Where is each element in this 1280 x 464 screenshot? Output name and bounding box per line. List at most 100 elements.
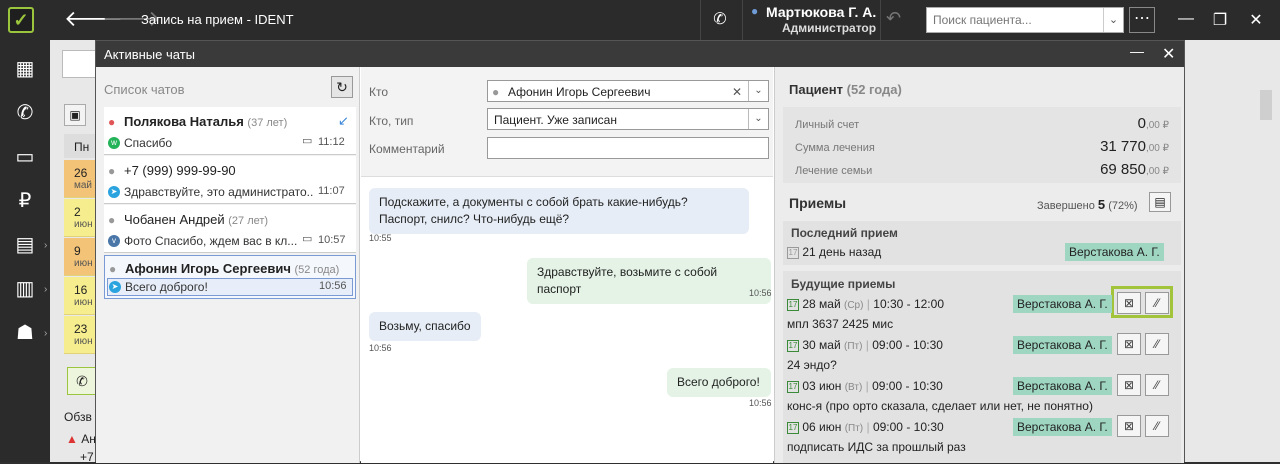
chat-list: Список чатов ↻ ● Полякова Наталья (37 ле… xyxy=(96,67,360,463)
person-icon: ● xyxy=(108,213,116,227)
person-icon: ▲ xyxy=(66,432,78,446)
calendar-day[interactable]: 9 июн xyxy=(64,238,96,276)
future-visits-title: Будущие приемы xyxy=(791,277,896,291)
staff-icon[interactable]: ☗ xyxy=(10,320,40,346)
visit-datetime[interactable]: 17 28 май (Ср) | 10:30 - 12:00 xyxy=(787,297,944,311)
active-chats-window: Активные чаты — ✕ Список чатов ↻ ● Поляк… xyxy=(95,40,1185,463)
incoming-message: Возьму, спасибо xyxy=(369,312,481,341)
chat-item-selected[interactable]: ● Афонин Игорь Сергеевич (52 года) ➤ Все… xyxy=(104,255,356,299)
chat-list-title: Список чатов xyxy=(104,82,185,97)
type-select[interactable]: Пациент. Уже записан ⌄ xyxy=(487,108,769,130)
chat-time: 11:12 xyxy=(318,136,345,148)
window-header: Активные чаты — ✕ xyxy=(96,41,1184,67)
ruble-icon[interactable]: ₽ xyxy=(10,188,40,214)
outgoing-message: Всего доброго! xyxy=(667,368,771,397)
more-icon[interactable]: ⋯ xyxy=(1129,7,1155,33)
visit-datetime[interactable]: 17 30 май (Пт) | 09:00 - 10:30 xyxy=(787,338,943,352)
chat-name: Афонин Игорь Сергеевич (52 года) xyxy=(125,261,340,276)
calendar-day[interactable]: 23 июн xyxy=(64,316,96,354)
background-text: ▲ Ан xyxy=(66,432,96,446)
vk-icon: v xyxy=(108,235,120,247)
user-name[interactable]: Мартюкова Г. А. xyxy=(766,4,876,20)
comment-field[interactable] xyxy=(487,137,769,159)
visit-note: 24 эндо? xyxy=(787,358,837,372)
calendar-icon: 17 xyxy=(787,421,799,434)
message-time: 10:56 xyxy=(749,398,772,408)
chat-last-message: Спасибо xyxy=(124,136,173,150)
calendar-icon: 17 xyxy=(787,246,799,259)
chat-icon[interactable]: ▭ xyxy=(10,144,40,170)
cancel-visit-icon[interactable]: ⊠ xyxy=(1117,374,1141,396)
incoming-message: Подскажите, а документы с собой брать ка… xyxy=(369,188,749,234)
calendar-icon: 17 xyxy=(787,298,799,311)
who-label: Кто xyxy=(369,85,389,99)
chevron-down-icon[interactable]: ⌄ xyxy=(748,81,768,101)
last-visit: Последний прием 17 21 день назад Верстак… xyxy=(783,221,1181,265)
finance-value: 31 770,00 ₽ xyxy=(1100,138,1169,155)
search-input[interactable] xyxy=(927,8,1103,32)
cancel-visit-icon[interactable]: ⊠ xyxy=(1117,333,1141,355)
calendar-icon: 17 xyxy=(787,339,799,352)
chevron-right-icon: › xyxy=(44,284,48,295)
divider xyxy=(700,0,701,40)
user-icon: ● xyxy=(751,4,759,18)
finance-label: Сумма лечения xyxy=(795,142,875,154)
app-title: Запись на прием - IDENT xyxy=(141,12,294,27)
divider xyxy=(742,0,743,40)
phone-icon[interactable]: ✆ xyxy=(67,367,97,395)
patient-card-icon[interactable]: ▤ xyxy=(1149,192,1171,212)
chat-name: +7 (999) 999-99-90 xyxy=(124,163,236,178)
edit-visit-icon[interactable]: ⁄⁄ xyxy=(1145,415,1169,437)
calendar-day[interactable]: 16 июн xyxy=(64,277,96,315)
calendar-day[interactable]: 2 июн xyxy=(64,199,96,237)
person-icon: ● xyxy=(108,115,116,129)
who-field[interactable]: ● Афонин Игорь Сергеевич ✕ ⌄ xyxy=(487,80,769,102)
chat-last-message: Здравствуйте, это администрато... xyxy=(124,185,314,199)
app-logo-icon[interactable]: ✓ xyxy=(8,7,34,33)
chat-item[interactable]: ● Полякова Наталья (37 лет) ↙ w Спасибо … xyxy=(104,107,356,155)
reports-icon[interactable]: ▥ xyxy=(10,276,40,302)
outgoing-message: Здравствуйте, возьмите с собой паспорт xyxy=(527,258,771,304)
cancel-visit-icon[interactable]: ⊠ xyxy=(1117,415,1141,437)
edit-visit-icon[interactable]: ⁄⁄ xyxy=(1145,333,1169,355)
future-visits: Будущие приемы 17 28 май (Ср) | 10:30 - … xyxy=(783,271,1181,463)
scrollbar[interactable] xyxy=(1260,90,1272,120)
phone-icon[interactable]: ✆ xyxy=(706,9,734,31)
calls-icon[interactable]: ✆ xyxy=(10,100,40,126)
calendar-icon[interactable]: ▣ xyxy=(64,104,86,126)
close-icon[interactable]: ✕ xyxy=(1162,44,1175,64)
patient-search[interactable]: ⌄ xyxy=(926,7,1124,33)
visit-note: подписать ИДС за прошлый раз xyxy=(787,440,966,454)
chevron-down-icon[interactable]: ⌄ xyxy=(748,109,768,129)
chat-item[interactable]: ● Чобанен Андрей (27 лет) v Фото Спасибо… xyxy=(104,205,356,253)
person-icon: ● xyxy=(492,85,500,99)
history-back-icon[interactable]: ↶ xyxy=(886,8,914,32)
close-icon[interactable]: ✕ xyxy=(1246,10,1266,30)
doctor-badge: Верстакова А. Г. xyxy=(1013,418,1112,436)
restore-icon[interactable]: ❐ xyxy=(1210,10,1230,30)
background-input[interactable] xyxy=(62,50,96,78)
edit-visit-icon[interactable]: ⁄⁄ xyxy=(1145,292,1169,314)
calendar-icon[interactable]: ▤ xyxy=(10,232,40,258)
message-time: 10:56 xyxy=(749,288,772,298)
minimize-icon[interactable]: — xyxy=(1176,10,1196,28)
person-icon: ● xyxy=(109,262,117,276)
chevron-down-icon[interactable]: ⌄ xyxy=(1103,8,1123,32)
cancel-visit-icon[interactable]: ⊠ xyxy=(1117,292,1141,314)
schedule-icon[interactable]: ▦ xyxy=(10,56,40,82)
chat-last-message: Фото Спасибо, ждем вас в кл... xyxy=(124,234,298,248)
refresh-icon[interactable]: ↻ xyxy=(331,76,353,98)
doctor-badge: Верстакова А. Г. xyxy=(1013,336,1112,354)
divider xyxy=(880,0,881,40)
clear-icon[interactable]: ✕ xyxy=(732,85,742,99)
doctor-badge: Верстакова А. Г. xyxy=(1065,243,1164,261)
message-time: 10:55 xyxy=(369,233,392,243)
calendar-day[interactable]: 26 май xyxy=(64,160,96,198)
visit-datetime[interactable]: 17 06 июн (Пт) | 09:00 - 10:30 xyxy=(787,420,944,434)
calendar-icon: 17 xyxy=(787,380,799,393)
edit-visit-icon[interactable]: ⁄⁄ xyxy=(1145,374,1169,396)
visit-datetime[interactable]: 17 03 июн (Вт) | 09:00 - 10:30 xyxy=(787,379,943,393)
minimize-icon[interactable]: — xyxy=(1130,43,1144,59)
person-icon: ● xyxy=(108,164,116,178)
chat-item[interactable]: ● +7 (999) 999-99-90 ➤ Здравствуйте, это… xyxy=(104,156,356,204)
